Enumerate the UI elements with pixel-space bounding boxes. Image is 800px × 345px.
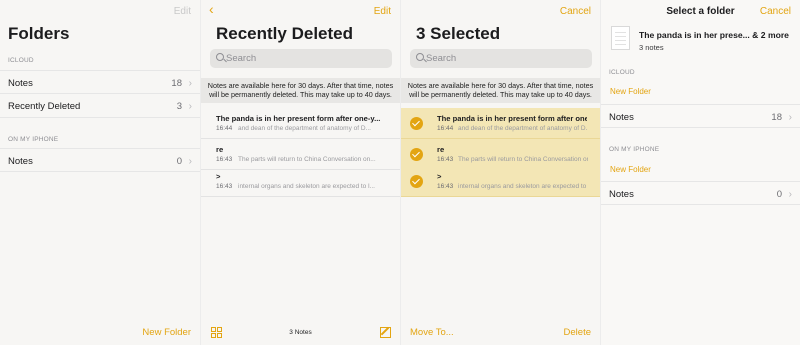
note-row[interactable]: The panda is in her present form after o…	[201, 108, 400, 139]
retention-notice: Notes are available here for 30 days. Af…	[401, 78, 600, 103]
search-icon	[216, 53, 224, 61]
note-preview: The parts will return to China Conversat…	[458, 156, 588, 163]
selection-nav-bar: Cancel	[401, 4, 600, 20]
search-icon	[416, 53, 424, 61]
folders-nav-bar: Edit	[0, 4, 200, 20]
folder-row-recently-deleted[interactable]: Recently Deleted 3 ›	[0, 94, 200, 118]
folder-count: 18	[171, 78, 182, 89]
chevron-right-icon: ›	[788, 112, 792, 123]
edit-button[interactable]: Edit	[174, 6, 191, 17]
page-title: Folders	[8, 24, 70, 43]
note-title: re	[437, 145, 445, 154]
retention-notice: Notes are available here for 30 days. Af…	[201, 78, 400, 103]
selected-notes-title: The panda is in her prese... & 2 more	[639, 30, 789, 40]
new-folder-button[interactable]: New Folder	[610, 165, 651, 174]
folder-count: 18	[771, 112, 782, 123]
note-preview: and dean of the department of anatomy of…	[238, 125, 371, 132]
checkmark-icon[interactable]	[410, 175, 423, 188]
delete-button[interactable]: Delete	[564, 327, 591, 338]
note-title: The panda is in her present form after o…	[216, 114, 381, 123]
note-row-selected[interactable]: The panda is in her present form after o…	[401, 108, 600, 139]
new-folder-button[interactable]: New Folder	[142, 327, 191, 338]
folder-count: 0	[776, 189, 782, 200]
selected-notes-count: 3 notes	[639, 43, 664, 52]
note-time: 16:44	[216, 125, 233, 132]
folder-count: 3	[176, 101, 182, 112]
note-title: >	[216, 172, 221, 181]
page-title: 3 Selected	[416, 24, 501, 43]
note-title: >	[437, 172, 442, 181]
move-to-button[interactable]: Move To...	[410, 327, 454, 338]
section-header-iphone: ON MY IPHONE	[609, 146, 660, 153]
chevron-right-icon: ›	[188, 78, 192, 89]
search-placeholder: Search	[426, 53, 457, 64]
move-to-folder-panel: Select a folder Cancel The panda is in h…	[600, 0, 800, 345]
note-preview: The parts will return to China Conversat…	[238, 156, 376, 163]
folder-label: Recently Deleted	[8, 101, 81, 112]
folder-label: Notes	[609, 112, 634, 123]
move-nav-bar: Select a folder Cancel	[601, 4, 800, 20]
checkmark-icon[interactable]	[410, 148, 423, 161]
back-chevron-icon[interactable]: ‹	[209, 1, 214, 17]
deleted-nav-bar: ‹ Edit	[201, 1, 400, 20]
search-field[interactable]: Search	[210, 49, 392, 68]
folder-row-notes[interactable]: Notes 18 ›	[0, 70, 200, 94]
note-time: 16:43	[437, 156, 454, 163]
note-time: 16:44	[437, 125, 454, 132]
note-time: 16:43	[216, 183, 233, 190]
section-header-icloud: ICLOUD	[8, 57, 34, 64]
compose-icon[interactable]	[380, 327, 391, 338]
selection-panel: Cancel 3 Selected Search Notes are avail…	[400, 0, 600, 345]
cancel-button[interactable]: Cancel	[560, 6, 591, 17]
folder-count: 0	[176, 156, 182, 167]
note-title: re	[216, 145, 224, 154]
recently-deleted-panel: ‹ Edit Recently Deleted Search Notes are…	[200, 0, 400, 345]
section-header-icloud: ICLOUD	[609, 69, 635, 76]
note-thumbnail-icon	[611, 26, 630, 50]
note-title: The panda is in her present form after o…	[437, 114, 587, 123]
chevron-right-icon: ›	[188, 156, 192, 167]
note-preview: internal organs and skeleton are expecte…	[458, 183, 588, 190]
destination-folder-iphone-notes[interactable]: Notes 0 ›	[601, 181, 800, 205]
folders-panel: Edit Folders ICLOUD Notes 18 › Recently …	[0, 0, 200, 345]
search-field[interactable]: Search	[410, 49, 592, 68]
folder-row-iphone-notes[interactable]: Notes 0 ›	[0, 148, 200, 172]
note-row[interactable]: > 16:43 internal organs and skeleton are…	[201, 166, 400, 197]
note-time: 16:43	[437, 183, 454, 190]
section-header-iphone: ON MY IPHONE	[8, 136, 59, 143]
new-folder-button[interactable]: New Folder	[610, 87, 651, 96]
notes-count: 3 Notes	[289, 329, 312, 336]
folder-label: Notes	[8, 156, 33, 167]
cancel-button[interactable]: Cancel	[760, 6, 791, 17]
note-time: 16:43	[216, 156, 233, 163]
page-title: Recently Deleted	[216, 24, 353, 43]
note-preview: and dean of the department of anatomy of…	[458, 125, 588, 132]
chevron-right-icon: ›	[788, 189, 792, 200]
checkmark-icon[interactable]	[410, 117, 423, 130]
edit-button[interactable]: Edit	[374, 6, 391, 17]
folder-label: Notes	[8, 78, 33, 89]
search-placeholder: Search	[226, 53, 257, 64]
note-row-selected[interactable]: > 16:43 internal organs and skeleton are…	[401, 166, 600, 197]
destination-folder-notes[interactable]: Notes 18 ›	[601, 104, 800, 128]
chevron-right-icon: ›	[188, 101, 192, 112]
note-preview: internal organs and skeleton are expecte…	[238, 183, 375, 190]
folder-label: Notes	[609, 189, 634, 200]
